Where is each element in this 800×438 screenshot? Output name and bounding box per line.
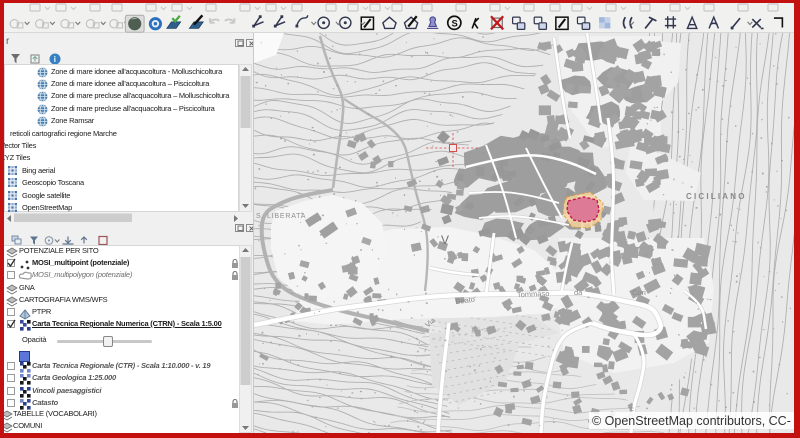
svg-text:S. LIBERATA: S. LIBERATA [256, 213, 306, 220]
svg-text:i: i [54, 55, 56, 64]
svg-text:CICILIANO: CICILIANO [686, 192, 747, 201]
svg-text:Tommaso: Tommaso [517, 289, 550, 299]
svg-text:© OpenStreetMap contributors,: © OpenStreetMap contributors, CC- [592, 414, 791, 428]
svg-text:Cori: Cori [632, 288, 646, 297]
svg-text:da: da [574, 288, 583, 297]
svg-text:S: S [452, 18, 458, 29]
svg-text:V: V [441, 233, 449, 247]
